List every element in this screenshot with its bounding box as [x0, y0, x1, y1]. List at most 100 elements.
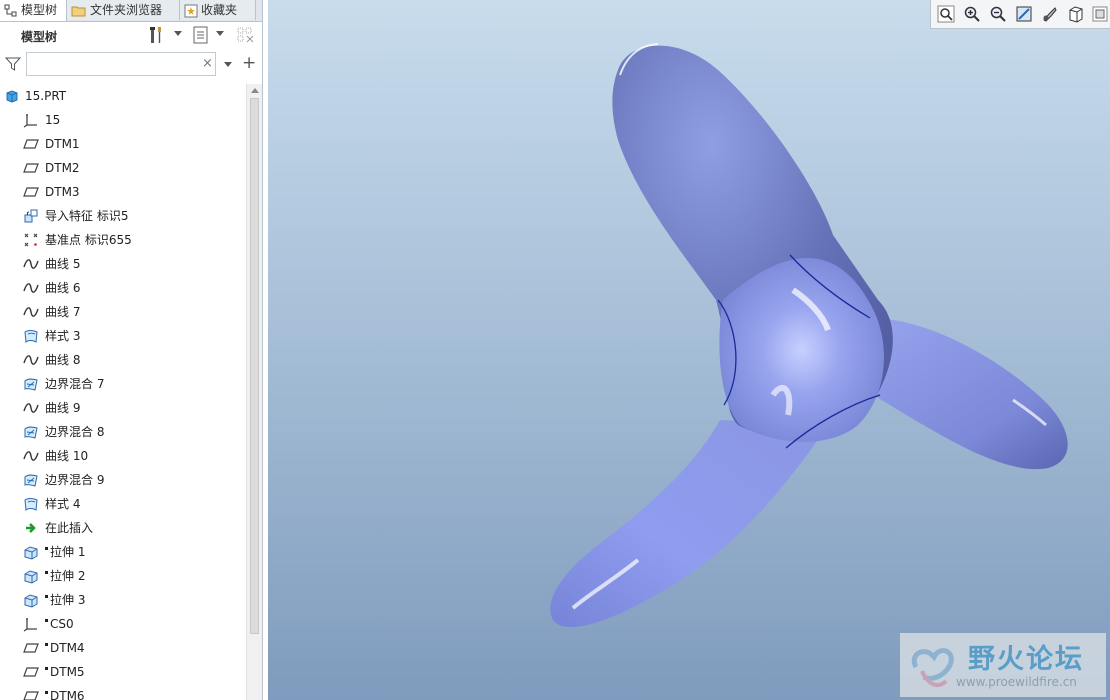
search-options-dropdown[interactable] [224, 62, 232, 67]
tree-item[interactable]: 导入特征 标识5 [0, 204, 246, 228]
tree-item[interactable]: 基准点 标识655 [0, 228, 246, 252]
model-tree: 15.PRT 15 DTM1 DTM2 DTM3 导入特征 标识5 基准点 标识655 曲线… [0, 84, 246, 700]
tab-favorites[interactable]: 收藏夹 [180, 0, 256, 20]
modified-marker [45, 691, 48, 694]
tree-item[interactable]: CS0 [0, 612, 246, 636]
plane-icon [23, 691, 39, 700]
columns-icon[interactable] [236, 25, 256, 45]
tree-item-text: CS0 [50, 617, 74, 631]
tree-item[interactable]: 在此插入 [0, 516, 246, 540]
view-manager-icon[interactable] [1041, 5, 1059, 23]
tree-item[interactable]: 样式 3 [0, 324, 246, 348]
tree-item-text: 曲线 5 [45, 257, 81, 271]
list-icon[interactable] [192, 25, 210, 45]
tools-dropdown[interactable] [174, 31, 182, 36]
tree-item-label: 边界混合 8 [45, 420, 104, 444]
plane-icon [23, 187, 39, 197]
tools-icon[interactable] [148, 25, 168, 45]
tree-scrollbar[interactable] [246, 84, 262, 700]
tree-item[interactable]: DTM3 [0, 180, 246, 204]
tree-item-label: 拉伸 3 [45, 588, 85, 612]
plane-icon [23, 643, 39, 653]
part-icon [6, 90, 18, 103]
modified-marker [45, 619, 48, 622]
tree-item-label: 基准点 标识655 [45, 228, 132, 252]
tree-item[interactable]: 边界混合 7 [0, 372, 246, 396]
clear-search-icon[interactable]: × [202, 57, 213, 71]
tree-item-text: 样式 4 [45, 497, 81, 511]
tree-item-label: 拉伸 2 [45, 564, 85, 588]
tree-item[interactable]: DTM5 [0, 660, 246, 684]
tree-item-text: DTM1 [45, 137, 80, 151]
propeller-model[interactable] [268, 0, 1110, 700]
tree-item[interactable]: 曲线 5 [0, 252, 246, 276]
tree-item-label: 曲线 10 [45, 444, 88, 468]
tree-item-text: DTM2 [45, 161, 80, 175]
tree-item-label: 曲线 9 [45, 396, 80, 420]
tree-item-label: DTM2 [45, 156, 80, 180]
tree-item[interactable]: 曲线 10 [0, 444, 246, 468]
tree-item[interactable]: 边界混合 9 [0, 468, 246, 492]
tree-title: 模型树 [21, 30, 58, 44]
zoom-out-icon[interactable] [989, 5, 1007, 23]
tree-item[interactable]: 曲线 7 [0, 300, 246, 324]
filter-icon[interactable] [5, 56, 21, 72]
tree-item-text: 边界混合 9 [45, 473, 105, 487]
tree-item[interactable]: 拉伸 3 [0, 588, 246, 612]
tree-item-label: DTM6 [45, 684, 85, 700]
repaint-icon[interactable] [1015, 5, 1033, 23]
tree-item[interactable]: 边界混合 8 [0, 420, 246, 444]
tab-model-tree[interactable]: 模型树 [0, 0, 67, 21]
tree-item[interactable]: 15 [0, 108, 246, 132]
plane-icon [23, 667, 39, 677]
add-filter-icon[interactable]: + [242, 54, 256, 72]
tree-item-label: 导入特征 标识5 [45, 204, 128, 228]
tree-root[interactable]: 15.PRT [0, 84, 246, 108]
display-style-icon[interactable] [1067, 5, 1085, 23]
csys-icon [23, 114, 37, 128]
modified-marker [45, 571, 48, 574]
tab-label: 文件夹浏览器 [90, 3, 163, 17]
tree-item[interactable]: 曲线 8 [0, 348, 246, 372]
extrude-icon [24, 546, 38, 560]
tree-item-text: DTM3 [45, 185, 80, 199]
favorites-icon [184, 4, 198, 17]
refit-icon[interactable] [937, 5, 955, 23]
tree-item[interactable]: DTM1 [0, 132, 246, 156]
zoom-in-icon[interactable] [963, 5, 981, 23]
search-input[interactable] [26, 52, 216, 76]
plane-icon [23, 139, 39, 149]
view-toolbar [930, 0, 1110, 29]
tree-item-text: DTM4 [50, 641, 85, 655]
scroll-thumb[interactable] [250, 98, 259, 634]
datum-point-icon [24, 233, 38, 247]
curve-icon [23, 355, 39, 365]
model-tree-icon [4, 4, 17, 16]
tree-item[interactable]: 曲线 9 [0, 396, 246, 420]
tree-item-text: 曲线 7 [45, 305, 81, 319]
tree-item-label: 样式 3 [45, 324, 80, 348]
tree-item-text: 边界混合 7 [45, 377, 105, 391]
tree-item[interactable]: 曲线 6 [0, 276, 246, 300]
tree-item-text: DTM5 [50, 665, 85, 679]
modified-marker [45, 667, 48, 670]
insert-here-icon [26, 523, 36, 533]
tree-item[interactable]: DTM6 [0, 684, 246, 700]
boundary-blend-icon [24, 378, 38, 391]
tree-item-label: 曲线 8 [45, 348, 80, 372]
saved-views-icon[interactable] [1091, 5, 1109, 23]
tree-item[interactable]: 样式 4 [0, 492, 246, 516]
tab-bar: 模型树 文件夹浏览器 收藏夹 [0, 0, 262, 22]
tab-folder-browser[interactable]: 文件夹浏览器 [67, 0, 180, 20]
show-dropdown[interactable] [216, 31, 224, 36]
plane-icon [23, 163, 39, 173]
graphics-viewport[interactable] [268, 0, 1110, 700]
tree-item[interactable]: 拉伸 2 [0, 564, 246, 588]
curve-icon [23, 259, 39, 269]
scroll-up-arrow[interactable] [251, 88, 259, 93]
tree-item-text: 基准点 标识655 [45, 233, 132, 247]
tree-item[interactable]: DTM4 [0, 636, 246, 660]
tree-item-text: DTM6 [50, 689, 85, 700]
tree-item[interactable]: 拉伸 1 [0, 540, 246, 564]
tree-item[interactable]: DTM2 [0, 156, 246, 180]
